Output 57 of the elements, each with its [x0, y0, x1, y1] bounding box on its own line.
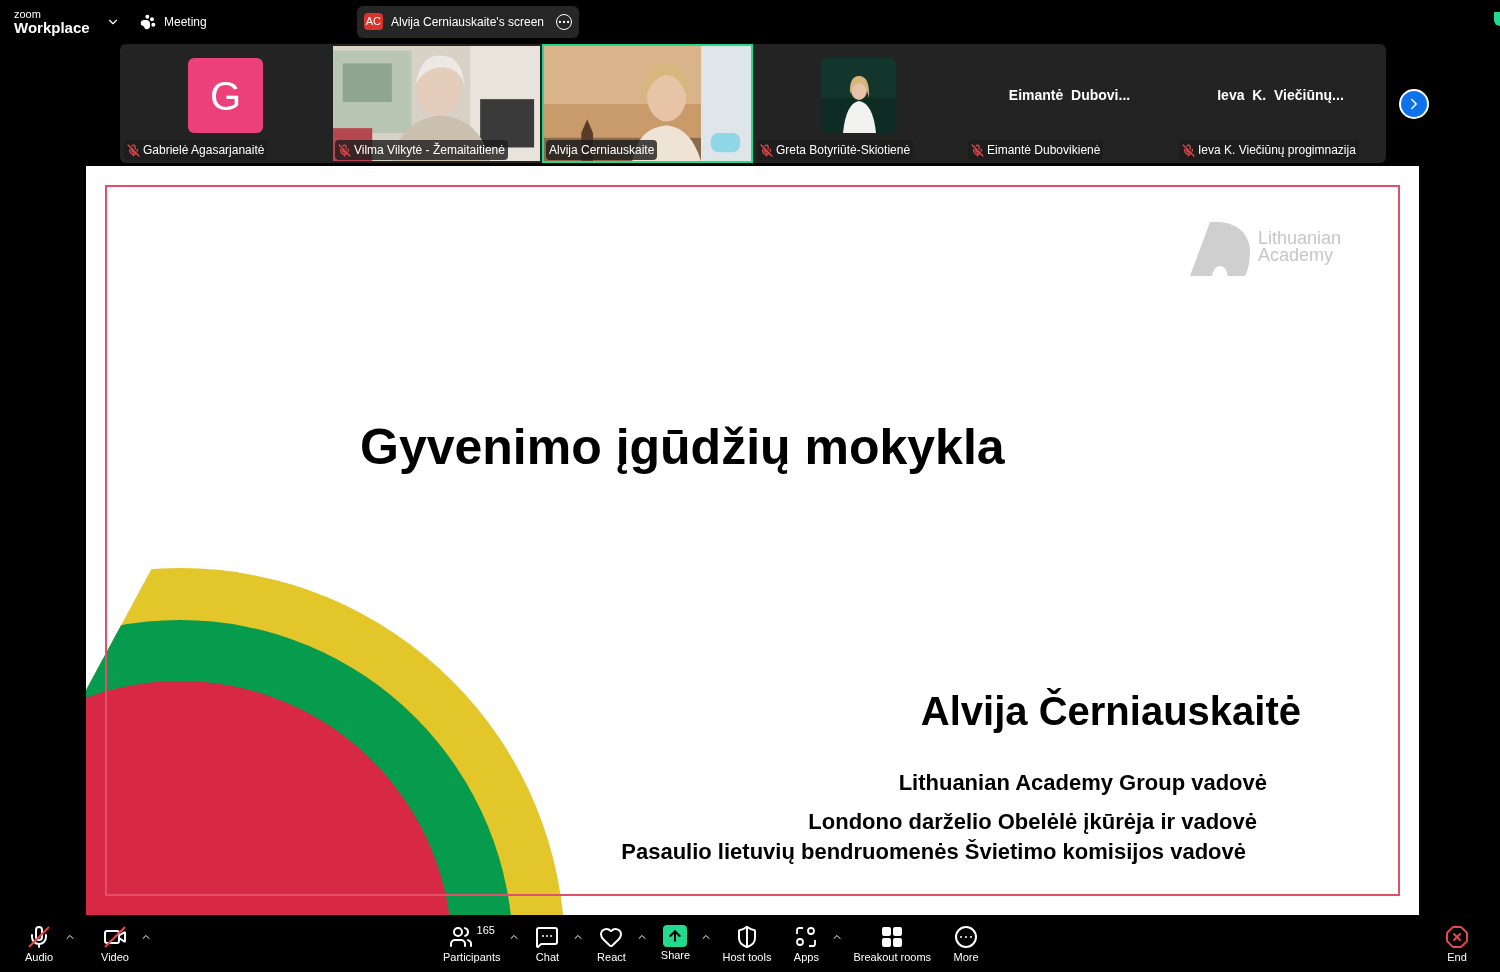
video-tile[interactable]: Vilma Vilkytė - Žemaitaitienė	[331, 44, 542, 163]
logo-text: Academy	[1258, 247, 1335, 264]
muted-mic-icon	[760, 143, 773, 157]
participant-name: Gabrielė Agasarjanaitė	[143, 142, 265, 159]
chat-icon	[535, 925, 560, 949]
meeting-label[interactable]: Meeting	[164, 12, 207, 31]
participant-name: Vilma Vilkytė - Žemaitaitienė	[354, 141, 505, 159]
share-icon	[663, 925, 688, 947]
toolbar-button[interactable]: 165 Participants	[435, 915, 509, 967]
brand-small: zoom	[14, 8, 42, 20]
muted-mic-icon	[971, 143, 984, 157]
role-line: Londono darželio Obelėlė įkūrėja ir vadovė	[808, 808, 1257, 836]
author-name: Alvija Černiauskaitė	[920, 687, 1301, 735]
video-tile[interactable]: Eimantė Dubovi... Eimantė Dubovikienė	[964, 44, 1175, 163]
muted-mic-icon	[27, 925, 51, 949]
toolbar-button[interactable]: Audio	[14, 915, 64, 967]
muted-mic-icon	[1182, 143, 1195, 157]
video-tile[interactable]: Greta Botyriūtė-Skiotienė	[753, 44, 964, 163]
toolbar-button[interactable]: Video	[90, 915, 140, 967]
toolbar-button[interactable]: React	[586, 915, 637, 967]
participant-name: Ieva K. Viečiūnų progimnazija	[1198, 142, 1356, 159]
toolbar-button[interactable]: More	[941, 915, 992, 967]
participant-display-name: Eimantė Dubovi...	[1008, 86, 1131, 105]
toolbar-button[interactable]: Chat	[522, 915, 573, 967]
grid-icon	[880, 925, 905, 949]
role-line: Lithuanian Academy Group vadovė	[898, 769, 1267, 797]
role-line: Pasaulio lietuvių bendruomenės Švietimo komisijos vadovė	[621, 838, 1246, 866]
logo-text: Lithuanian	[1258, 230, 1342, 247]
brand-name: Workplace	[14, 19, 91, 35]
initials-badge: AC	[363, 13, 383, 30]
more-icon	[954, 925, 979, 949]
toolbar-button[interactable]: Apps	[781, 915, 832, 967]
video-off-icon	[103, 925, 127, 949]
muted-mic-icon	[127, 143, 140, 157]
avatar: G	[188, 58, 263, 133]
muted-mic-icon	[338, 143, 351, 157]
participant-name: Greta Botyriūtė-Skiotienė	[776, 142, 911, 159]
slide-title: Gyvenimo įgūdžių mokykla	[360, 418, 1005, 477]
participant-name: Eimantė Dubovikienė	[987, 142, 1101, 159]
end-icon	[1445, 925, 1469, 949]
toolbar-button[interactable]: Host tools	[714, 915, 780, 967]
video-tile[interactable]: Ieva K. Viečiūnų... Ieva K. Viečiūnų progimnazija	[1175, 44, 1386, 163]
paw-icon	[140, 13, 156, 30]
video-tile[interactable]: Alvija Cerniauskaite	[542, 44, 753, 163]
share-pill[interactable]: AC Alvija Cerniauskaite's screen	[356, 5, 579, 38]
participant-display-name: Ieva K. Viečiūnų...	[1217, 86, 1344, 105]
next-page-button[interactable]	[1399, 88, 1429, 119]
video-tile[interactable]: G Gabrielė Agasarjanaitė	[120, 44, 331, 163]
share-label: Alvija Cerniauskaite's screen	[391, 13, 544, 31]
heart-icon	[599, 925, 624, 949]
toolbar-button[interactable]: Share	[650, 915, 701, 965]
people-icon	[448, 925, 473, 949]
toolbar-button[interactable]: Breakout rooms	[845, 915, 940, 967]
toolbar-button[interactable]: End	[1432, 915, 1482, 967]
apps-icon	[794, 925, 819, 949]
participant-name: Alvija Cerniauskaite	[549, 142, 655, 159]
participant-count: 165	[476, 925, 495, 936]
